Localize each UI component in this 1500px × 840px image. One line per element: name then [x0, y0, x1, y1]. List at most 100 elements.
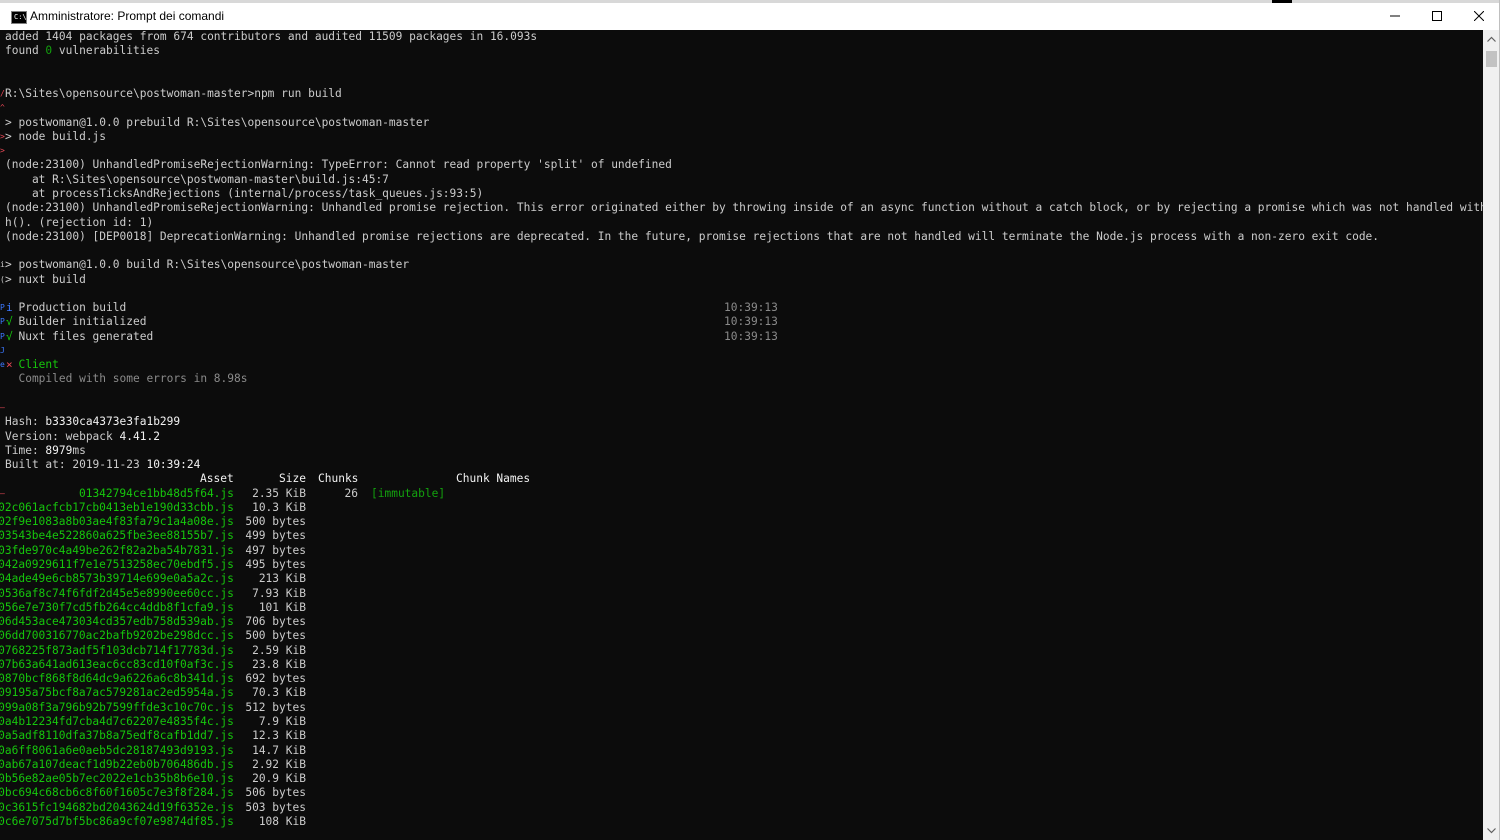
asset-name: 056e7e730f7cd5fb264cc4ddb8f1cfa9.js: [0, 600, 234, 614]
terminal-line: Client: [5, 358, 59, 372]
cmd-icon: C:\: [11, 11, 27, 24]
terminal-text: ms: [72, 443, 86, 457]
timestamp: 10:39:13: [724, 301, 778, 315]
terminal-line: (node:23100) [DEP0018] DeprecationWarnin…: [5, 230, 1379, 244]
asset-size: 2.92 KiB: [252, 757, 306, 771]
terminal-line: (node:23100) UnhandledPromiseRejectionWa…: [5, 201, 1483, 215]
window-title: Amministratore: Prompt dei comandi: [30, 9, 225, 23]
asset-name: 0ab67a107deacf1d9b22eb0b706486db.js: [0, 757, 234, 771]
asset-name: 02c061acfcb17cb0413eb1e190d33cbb.js: [0, 500, 234, 514]
terminal-line: added 1404 packages from 674 contributor…: [5, 30, 537, 44]
terminal-text: at processTicksAndRejections (internal/p…: [5, 186, 484, 200]
terminal-line: Production build: [5, 301, 126, 315]
asset-name: 0bc694c68cb6c8f60f1605c7e3f8f284.js: [0, 786, 234, 800]
asset-name: 0870bcf868f8d64dc9a6226a6c8b341d.js: [0, 672, 234, 686]
scroll-up-icon[interactable]: [1487, 35, 1496, 44]
terminal-text: Time:: [5, 443, 46, 457]
terminal-text: > node build.js: [5, 129, 107, 143]
terminal-line: > nuxt build: [5, 273, 86, 287]
asset-name: 06dd700316770ac2bafb9202be298dcc.js: [0, 629, 234, 643]
terminal-text: at R:\Sites\opensource\postwoman-master\…: [5, 172, 389, 186]
asset-name: 04ade49e6cb8573b39714e699e0a5a2c.js: [0, 572, 234, 586]
asset-name: 0768225f873adf5f103dcb714f17783d.js: [0, 643, 234, 657]
table-header-chunks: Chunks: [318, 472, 359, 486]
asset-size: 503 bytes: [245, 800, 306, 814]
asset-name: 0a5adf8110dfa37b8a75edf8cafb1dd7.js: [0, 729, 234, 743]
terminal-line: Builder initialized: [5, 315, 146, 329]
terminal-text: > postwoman@1.0.0 build R:\Sites\opensou…: [5, 258, 410, 272]
minimize-button[interactable]: [1374, 3, 1416, 30]
terminal-line: > postwoman@1.0.0 build R:\Sites\opensou…: [5, 258, 409, 272]
terminal-text: Built at: 2019-11-23: [5, 458, 147, 472]
terminal-line: Version: webpack 4.41.2: [5, 430, 160, 444]
asset-size: 12.3 KiB: [252, 729, 306, 743]
asset-name: 0a6ff8061a6e0aeb5dc28187493d9193.js: [0, 743, 234, 757]
edge-fragment: i: [0, 260, 5, 270]
asset-name: 03fde970c4a49be262f82a2ba54b7831.js: [0, 543, 234, 557]
terminal-text: Production build: [5, 301, 127, 315]
scroll-down-icon[interactable]: [1487, 826, 1496, 835]
timestamp: 10:39:13: [724, 315, 778, 329]
terminal-line: Hash: b3330ca4373e3fa1b299: [5, 415, 180, 429]
maximize-button[interactable]: [1416, 3, 1458, 30]
asset-size: 2.35 KiB: [252, 486, 306, 500]
terminal-text: (node:23100) UnhandledPromiseRejectionWa…: [5, 201, 1483, 215]
timestamp: 10:39:13: [724, 329, 778, 343]
asset-name: 03543be4e522860a625fbe3ee88155b7.js: [0, 529, 234, 543]
terminal-text: vulnerabilities: [52, 44, 160, 58]
status-marker: √: [6, 329, 13, 343]
terminal-text: Nuxt files generated: [5, 329, 154, 343]
asset-size: 23.8 KiB: [252, 657, 306, 671]
asset-name: 07b63a641ad613eac6cc83cd10f0af3c.js: [0, 657, 234, 671]
terminal-text: Version: webpack: [5, 429, 120, 443]
terminal-line: Time: 8979ms: [5, 444, 86, 458]
terminal-text: 8979: [45, 443, 73, 457]
asset-size: 692 bytes: [245, 672, 306, 686]
asset-size: 101 KiB: [258, 600, 306, 614]
terminal-line: h(). (rejection id: 1): [5, 216, 153, 230]
asset-size: 495 bytes: [245, 557, 306, 571]
terminal-text: 10:39:24: [146, 458, 201, 472]
asset-name: 01342794ce1bb48d5f64.js: [78, 486, 234, 500]
asset-size: 7.93 KiB: [252, 586, 306, 600]
terminal-text: Client: [5, 358, 59, 372]
asset-size: 512 bytes: [245, 700, 306, 714]
edge-fragment: ^: [0, 103, 5, 113]
asset-size: 500 bytes: [245, 515, 306, 529]
asset-size: 108 KiB: [258, 814, 306, 828]
asset-name: 0536af8c74f6fdf2d45e5e8990ee60cc.js: [0, 586, 234, 600]
edge-fragment: P: [0, 303, 5, 313]
edge-fragment: –: [0, 403, 5, 413]
terminal-text: > nuxt build: [5, 272, 86, 286]
close-button[interactable]: [1458, 3, 1500, 30]
asset-name: 06d453ace473034cd357edb758d539ab.js: [0, 615, 234, 629]
terminal-line: Compiled with some errors in 8.98s: [5, 372, 247, 386]
table-header-asset: Asset: [200, 472, 234, 486]
asset-size: 500 bytes: [245, 629, 306, 643]
terminal-line: (node:23100) UnhandledPromiseRejectionWa…: [5, 158, 672, 172]
terminal-line: R:\Sites\opensource\postwoman-master>npm…: [5, 87, 342, 101]
terminal-text: (node:23100) UnhandledPromiseRejectionWa…: [5, 158, 672, 172]
terminal-line: Built at: 2019-11-23 10:39:24: [5, 458, 200, 472]
asset-size: 506 bytes: [245, 786, 306, 800]
asset-name: 0b56e82ae05b7ec2022e1cb35b8b6e10.js: [0, 772, 234, 786]
terminal-text: > postwoman@1.0.0 prebuild R:\Sites\open…: [5, 115, 430, 129]
asset-size: 20.9 KiB: [252, 772, 306, 786]
scroll-thumb[interactable]: [1486, 51, 1497, 67]
cmd-icon-glyph: C:\: [14, 13, 27, 21]
status-marker: i: [6, 301, 13, 315]
asset-size: 7.9 KiB: [258, 714, 306, 728]
terminal-text: h(). (rejection id: 1): [5, 215, 154, 229]
terminal-line: > postwoman@1.0.0 prebuild R:\Sites\open…: [5, 116, 429, 130]
asset-name: 0a4b12234fd7cba4d7c62207e4835f4c.js: [0, 714, 234, 728]
terminal-output[interactable]: added 1404 packages from 674 contributor…: [0, 30, 1483, 840]
asset-size: 70.3 KiB: [252, 686, 306, 700]
terminal-line: found 0 vulnerabilities: [5, 44, 160, 58]
vertical-scrollbar[interactable]: [1483, 30, 1500, 840]
terminal-text: added 1404 packages from 674 contributor…: [5, 30, 538, 43]
terminal-line: > node build.js: [5, 130, 106, 144]
terminal-line: at processTicksAndRejections (internal/p…: [5, 187, 483, 201]
title-bar[interactable]: C:\ Amministratore: Prompt dei comandi: [0, 3, 1500, 30]
status-marker: √: [6, 315, 13, 329]
asset-size: 2.59 KiB: [252, 643, 306, 657]
